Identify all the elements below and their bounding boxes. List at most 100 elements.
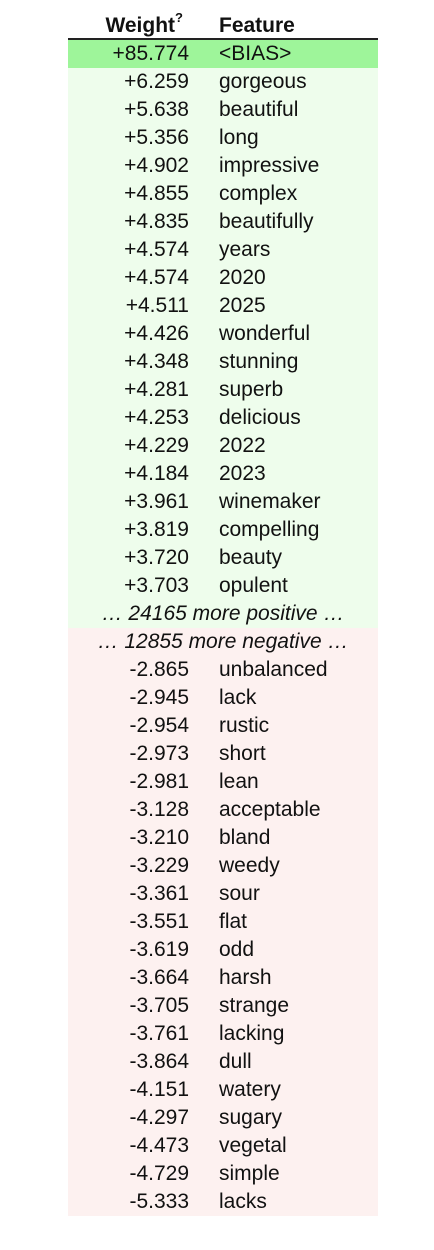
feature-cell: flat <box>205 908 378 936</box>
feature-cell: opulent <box>205 572 378 600</box>
weight-cell: +4.511 <box>68 292 205 320</box>
negative-feature-row: -4.729 simple <box>68 1160 378 1188</box>
feature-cell: long <box>205 124 378 152</box>
feature-cell: rustic <box>205 712 378 740</box>
negative-feature-row: -2.945 lack <box>68 684 378 712</box>
feature-cell: lack <box>205 684 378 712</box>
feature-cell: sour <box>205 880 378 908</box>
more-positive-row-label: … 24165 more positive … <box>68 600 378 628</box>
weight-cell: -2.973 <box>68 740 205 768</box>
weight-cell: +6.259 <box>68 68 205 96</box>
weight-cell: -3.619 <box>68 936 205 964</box>
feature-cell: beautiful <box>205 96 378 124</box>
bias-feature: <BIAS> <box>205 39 378 68</box>
weight-cell: -3.664 <box>68 964 205 992</box>
weight-cell: +3.819 <box>68 516 205 544</box>
positive-feature-row: +3.720 beauty <box>68 544 378 572</box>
positive-feature-row: +3.819 compelling <box>68 516 378 544</box>
weight-cell: +5.638 <box>68 96 205 124</box>
positive-feature-row: +3.961 winemaker <box>68 488 378 516</box>
negative-feature-row: -4.297 sugary <box>68 1104 378 1132</box>
weight-cell: +4.835 <box>68 208 205 236</box>
weight-cell: +4.426 <box>68 320 205 348</box>
feature-cell: strange <box>205 992 378 1020</box>
feature-cell: beautifully <box>205 208 378 236</box>
feature-cell: lacking <box>205 1020 378 1048</box>
weight-cell: -4.297 <box>68 1104 205 1132</box>
weight-header-label: Weight <box>105 14 176 37</box>
feature-cell: impressive <box>205 152 378 180</box>
negative-feature-row: -2.954 rustic <box>68 712 378 740</box>
positive-feature-row: +4.835 beautifully <box>68 208 378 236</box>
feature-cell: acceptable <box>205 796 378 824</box>
weight-cell: +5.356 <box>68 124 205 152</box>
positive-feature-row: +4.253 delicious <box>68 404 378 432</box>
bias-row: +85.774 <BIAS> <box>68 39 378 68</box>
negative-feature-row: -3.229 weedy <box>68 852 378 880</box>
negative-feature-row: -2.865 unbalanced <box>68 656 378 684</box>
feature-cell: lean <box>205 768 378 796</box>
weight-cell: +4.574 <box>68 264 205 292</box>
positive-feature-row: +5.356 long <box>68 124 378 152</box>
positive-feature-row: +6.259 gorgeous <box>68 68 378 96</box>
feature-cell: beauty <box>205 544 378 572</box>
weight-cell: +4.855 <box>68 180 205 208</box>
weight-cell: -3.551 <box>68 908 205 936</box>
table-header-row: Weight? Feature <box>68 8 378 40</box>
negative-feature-row: -3.864 dull <box>68 1048 378 1076</box>
weight-cell: -3.210 <box>68 824 205 852</box>
feature-cell: unbalanced <box>205 656 378 684</box>
positive-feature-row: +5.638 beautiful <box>68 96 378 124</box>
feature-cell: 2023 <box>205 460 378 488</box>
more-positive-row: … 24165 more positive … <box>68 600 378 628</box>
positive-feature-row: +4.574 years <box>68 236 378 264</box>
weight-cell: -4.151 <box>68 1076 205 1104</box>
weight-cell: -3.361 <box>68 880 205 908</box>
negative-feature-row: -3.361 sour <box>68 880 378 908</box>
feature-cell: weedy <box>205 852 378 880</box>
feature-cell: compelling <box>205 516 378 544</box>
feature-cell: lacks <box>205 1188 378 1216</box>
weight-cell: +4.229 <box>68 432 205 460</box>
weight-cell: +4.348 <box>68 348 205 376</box>
feature-cell: harsh <box>205 964 378 992</box>
negative-feature-row: -3.551 flat <box>68 908 378 936</box>
feature-cell: gorgeous <box>205 68 378 96</box>
weight-help-icon[interactable]: ? <box>175 10 183 25</box>
weight-cell: +3.961 <box>68 488 205 516</box>
negative-feature-row: -2.973 short <box>68 740 378 768</box>
weight-cell: -3.229 <box>68 852 205 880</box>
weight-cell: +4.184 <box>68 460 205 488</box>
weight-cell: -3.761 <box>68 1020 205 1048</box>
negative-feature-row: -2.981 lean <box>68 768 378 796</box>
weight-cell: +4.281 <box>68 376 205 404</box>
weight-cell: -4.473 <box>68 1132 205 1160</box>
negative-feature-row: -5.333 lacks <box>68 1188 378 1216</box>
feature-cell: short <box>205 740 378 768</box>
weight-cell: -2.954 <box>68 712 205 740</box>
weight-column-header: Weight? <box>68 8 205 40</box>
feature-cell: bland <box>205 824 378 852</box>
feature-cell: watery <box>205 1076 378 1104</box>
negative-feature-row: -3.128 acceptable <box>68 796 378 824</box>
more-negative-row-label: … 12855 more negative … <box>68 628 378 656</box>
weight-cell: -4.729 <box>68 1160 205 1188</box>
feature-cell: winemaker <box>205 488 378 516</box>
positive-feature-row: +4.348 stunning <box>68 348 378 376</box>
feature-cell: stunning <box>205 348 378 376</box>
weight-cell: -2.865 <box>68 656 205 684</box>
feature-cell: odd <box>205 936 378 964</box>
feature-cell: delicious <box>205 404 378 432</box>
weight-cell: +3.720 <box>68 544 205 572</box>
positive-feature-row: +4.229 2022 <box>68 432 378 460</box>
feature-cell: years <box>205 236 378 264</box>
positive-feature-row: +4.574 2020 <box>68 264 378 292</box>
weight-cell: +4.574 <box>68 236 205 264</box>
feature-cell: 2025 <box>205 292 378 320</box>
negative-feature-row: -3.705 strange <box>68 992 378 1020</box>
negative-feature-row: -4.151 watery <box>68 1076 378 1104</box>
feature-column-header: Feature <box>205 8 378 40</box>
weight-cell: -2.981 <box>68 768 205 796</box>
feature-cell: superb <box>205 376 378 404</box>
weight-cell: -3.128 <box>68 796 205 824</box>
